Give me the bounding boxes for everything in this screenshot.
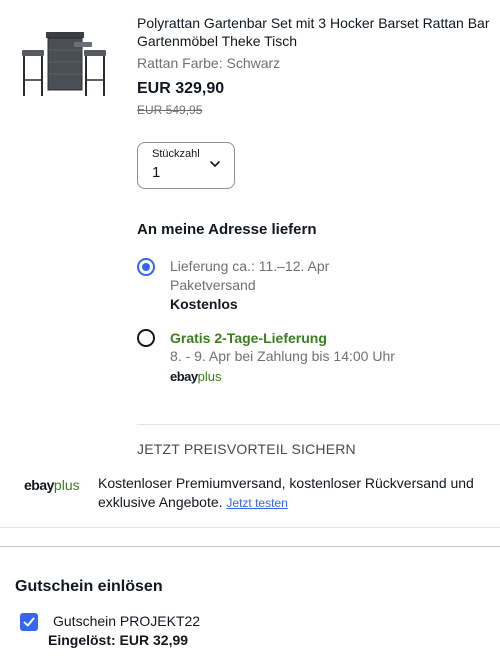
voucher-checkbox[interactable] xyxy=(20,613,38,631)
delivery-standard-method: Paketversand xyxy=(170,277,256,293)
ebayplus-logo: ebayplus xyxy=(24,477,80,493)
ebayplus-badge-ebay: ebay xyxy=(170,369,198,384)
product-price: EUR 329,90 xyxy=(137,80,225,97)
ebayplus-logo-plus: plus xyxy=(53,477,80,493)
product-image[interactable] xyxy=(16,20,112,100)
voucher-code: Gutschein PROJEKT22 xyxy=(53,613,201,629)
ebayplus-badge: ebayplus xyxy=(170,369,222,384)
product-title[interactable]: Polyrattan Gartenbar Set mit 3 Hocker Ba… xyxy=(137,14,497,50)
voucher-heading: Gutschein einlösen xyxy=(15,578,163,595)
quantity-label: Stückzahl xyxy=(152,148,200,160)
original-price: EUR 549,95 xyxy=(137,103,203,117)
delivery-express-date: 8. - 9. Apr bei Zahlung bis 14:00 Uhr xyxy=(170,348,395,364)
promo-text: Kostenloser Premiumversand, kostenloser … xyxy=(98,474,478,513)
ebayplus-logo-ebay: ebay xyxy=(24,477,54,493)
delivery-standard-date: Lieferung ca.: 11.–12. Apr xyxy=(170,258,330,274)
delivery-option-standard-radio[interactable] xyxy=(137,258,155,276)
chevron-down-icon xyxy=(210,161,220,167)
try-now-link[interactable]: Jetzt testen xyxy=(226,496,287,510)
delivery-express-title: Gratis 2-Tage-Lieferung xyxy=(170,330,327,346)
divider xyxy=(0,527,500,528)
section-divider xyxy=(0,546,500,547)
checkmark-icon xyxy=(23,617,35,627)
product-variant: Rattan Farbe: Schwarz xyxy=(137,55,281,71)
quantity-select[interactable]: Stückzahl 1 xyxy=(137,142,235,189)
quantity-value: 1 xyxy=(152,164,161,181)
divider xyxy=(137,424,500,425)
ebayplus-badge-plus: plus xyxy=(197,369,222,384)
delivery-option-express-radio[interactable] xyxy=(137,329,155,347)
delivery-standard-cost: Kostenlos xyxy=(170,296,238,312)
promo-heading: JETZT PREISVORTEIL SICHERN xyxy=(137,441,356,457)
voucher-redeemed-amount: Eingelöst: EUR 32,99 xyxy=(48,632,189,648)
delivery-heading: An meine Adresse liefern xyxy=(137,221,317,238)
